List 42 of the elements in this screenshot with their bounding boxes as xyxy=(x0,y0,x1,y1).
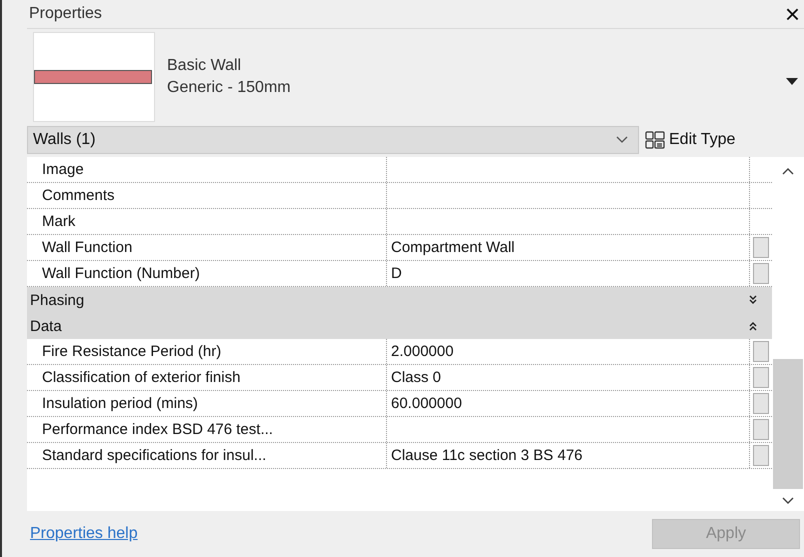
property-name: Wall Function xyxy=(27,235,387,260)
close-button[interactable]: × xyxy=(784,2,804,26)
group-header[interactable]: Data xyxy=(27,313,772,339)
property-value[interactable]: Clause 11c section 3 BS 476 xyxy=(387,443,750,468)
category-value: Walls (1) xyxy=(33,131,96,149)
property-value[interactable]: D xyxy=(387,261,750,286)
scrollbar-thumb[interactable] xyxy=(773,359,803,489)
edit-type-label: Edit Type xyxy=(669,131,736,149)
type-name: Generic - 150mm xyxy=(167,78,292,98)
type-selector[interactable]: Basic Wall Generic - 150mm xyxy=(27,29,804,125)
property-name: Insulation period (mins) xyxy=(27,391,387,416)
parameter-button[interactable] xyxy=(753,237,769,258)
chevron-down-icon xyxy=(616,136,628,144)
property-name: Classification of exterior finish xyxy=(27,365,387,390)
property-name: Wall Function (Number) xyxy=(27,261,387,286)
property-name: Performance index BSD 476 test... xyxy=(27,417,387,442)
property-value[interactable]: 2.000000 xyxy=(387,339,750,364)
wall-preview-icon xyxy=(33,32,155,122)
property-name: Comments xyxy=(27,183,387,208)
category-dropdown[interactable]: Walls (1) xyxy=(27,126,639,154)
property-value[interactable]: Compartment Wall xyxy=(387,235,750,260)
property-name: Standard specifications for insul... xyxy=(27,443,387,468)
property-value[interactable]: Class 0 xyxy=(387,365,750,390)
parameter-button[interactable] xyxy=(753,263,769,284)
parameter-button[interactable] xyxy=(753,341,769,362)
scroll-down-icon[interactable] xyxy=(782,497,794,505)
scroll-up-icon[interactable] xyxy=(782,167,794,175)
dropdown-arrow-icon xyxy=(786,78,798,84)
group-header[interactable]: Phasing xyxy=(27,287,772,313)
property-value[interactable]: 60.000000 xyxy=(387,391,750,416)
property-name: Fire Resistance Period (hr) xyxy=(27,339,387,364)
parameter-button[interactable] xyxy=(753,393,769,414)
property-name: Image xyxy=(27,157,387,182)
property-name: Mark xyxy=(27,209,387,234)
parameter-button[interactable] xyxy=(753,367,769,388)
family-name: Basic Wall xyxy=(167,56,242,76)
parameter-button[interactable] xyxy=(753,445,769,466)
edit-type-icon xyxy=(645,131,665,149)
help-link[interactable]: Properties help xyxy=(27,525,138,543)
panel-title: Properties xyxy=(28,5,102,23)
parameter-button[interactable] xyxy=(753,419,769,440)
edit-type-button[interactable]: Edit Type xyxy=(645,131,736,149)
